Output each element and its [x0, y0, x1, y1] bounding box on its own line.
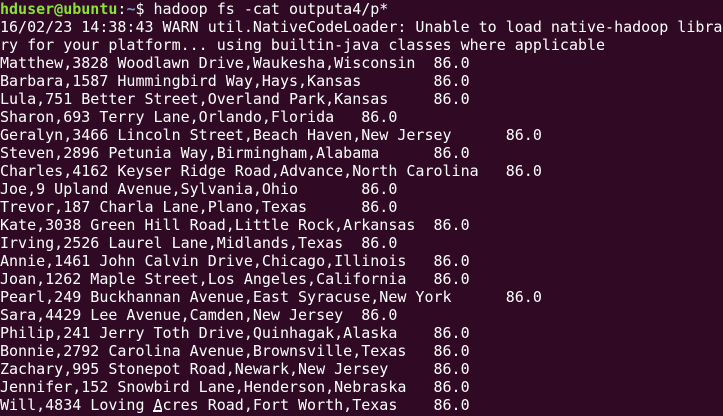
text-cursor	[153, 410, 162, 416]
command-text: hadoop fs -cat outputa4/p*	[153, 0, 389, 18]
output-row: Steven,2896 Petunia Way,Birmingham,Alaba…	[0, 144, 470, 162]
output-row: Joan,1262 Maple Street,Los Angeles,Calif…	[0, 270, 470, 288]
output-row: Barbara,1587 Hummingbird Way,Hays,Kansas…	[0, 72, 470, 90]
output-row: Lula,751 Better Street,Overland Park,Kan…	[0, 90, 470, 108]
output-row: Philip,241 Jerry Toth Drive,Quinhagak,Al…	[0, 324, 470, 342]
output-row: Bonnie,2792 Carolina Avenue,Brownsville,…	[0, 342, 470, 360]
output-row: Charles,4162 Keyser Ridge Road,Advance,N…	[0, 162, 542, 180]
output-row: Annie,1461 John Calvin Drive,Chicago,Ill…	[0, 252, 470, 270]
prompt-line: hduser@ubuntu:~$ hadoop fs -cat outputa4…	[0, 0, 723, 18]
warning-line: 16/02/23 14:38:43 WARN util.NativeCodeLo…	[0, 18, 723, 36]
output-row: Geralyn,3466 Lincoln Street,Beach Haven,…	[0, 126, 542, 144]
output-row: Kate,3038 Green Hill Road,Little Rock,Ar…	[0, 216, 470, 234]
prompt-user-host: hduser@ubuntu	[0, 0, 118, 18]
output-row: Sara,4429 Lee Avenue,Camden,New Jersey 8…	[0, 306, 398, 324]
output-row: Matthew,3828 Woodlawn Drive,Waukesha,Wis…	[0, 54, 470, 72]
output-row: Jennifer,152 Snowbird Lane,Henderson,Neb…	[0, 378, 470, 396]
output-row: Pearl,249 Buckhannan Avenue,East Syracus…	[0, 288, 542, 306]
prompt-symbol: $	[135, 0, 154, 18]
warning-line-wrap: ry for your platform... using builtin-ja…	[0, 36, 606, 54]
output-row: Sharon,693 Terry Lane,Orlando,Florida 86…	[0, 108, 398, 126]
terminal-window[interactable]: hduser@ubuntu:~$ hadoop fs -cat outputa4…	[0, 0, 723, 416]
output-row: Zachary,995 Stonepot Road,Newark,New Jer…	[0, 360, 470, 378]
output-row: Joe,9 Upland Avenue,Sylvania,Ohio 86.0	[0, 180, 398, 198]
output-row: Trevor,187 Charla Lane,Plano,Texas 86.0	[0, 198, 398, 216]
output-row: Irving,2526 Laurel Lane,Midlands,Texas 8…	[0, 234, 398, 252]
output-row: Will,4834 Loving Acres Road,Fort Worth,T…	[0, 396, 470, 414]
